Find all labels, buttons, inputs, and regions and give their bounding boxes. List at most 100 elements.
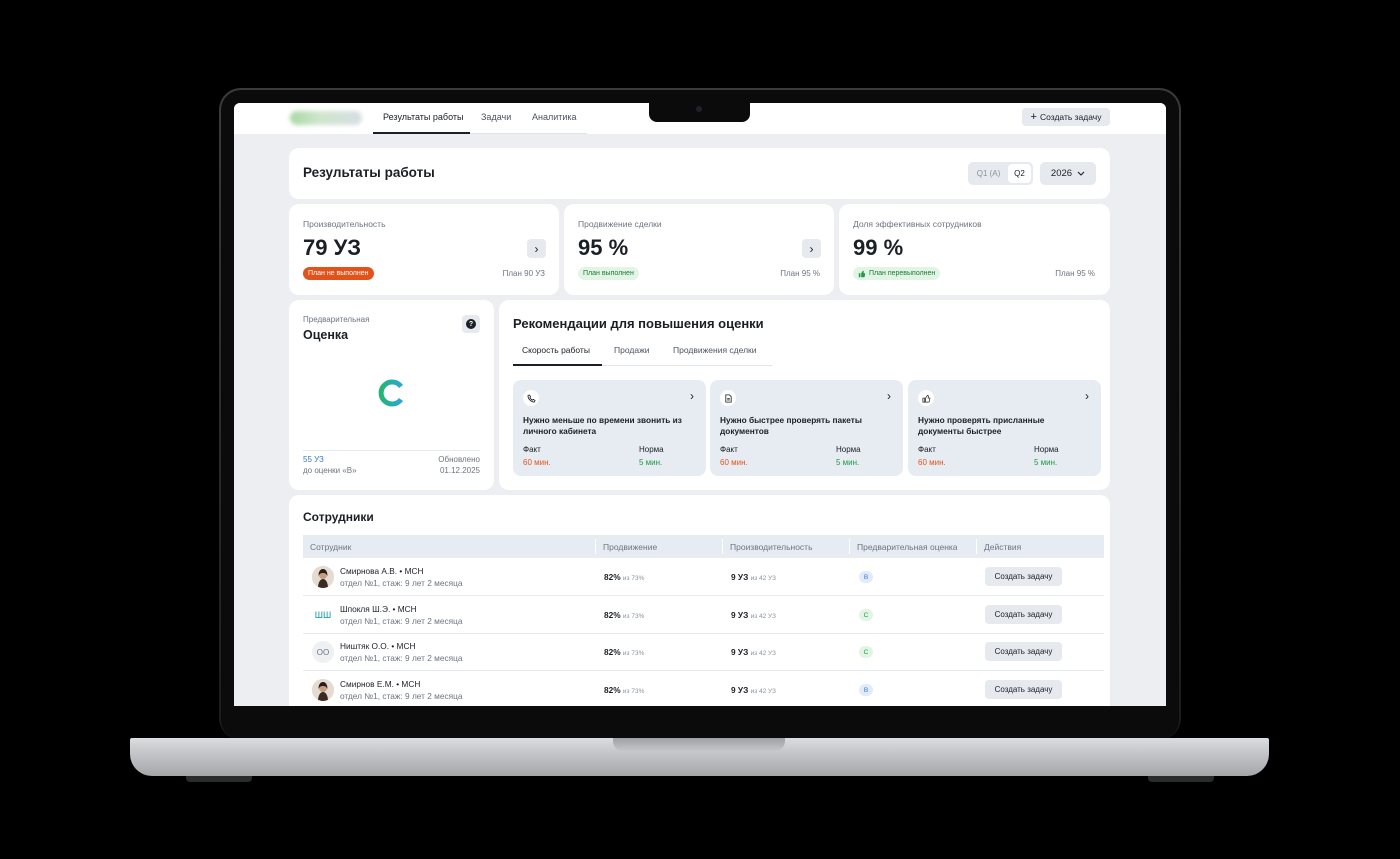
year-value: 2026 [1050,168,1073,179]
promotion-value: 82% из 73% [604,610,645,620]
status-badge: План перевыполнен [853,267,941,280]
score-label: Предварительная [303,315,370,324]
column-divider [976,539,977,554]
chevron-right-icon: › [887,389,891,403]
remaining-caption: до оценки «B» [303,466,357,475]
employees-title: Сотрудники [303,510,374,524]
employee-name: Смирнов Е.М. • МСН [340,679,421,689]
nav-divider [470,133,587,134]
column-divider [722,539,723,554]
column-header-actions: Действия [984,542,1022,552]
chevron-right-icon[interactable]: › [527,239,546,258]
promotion-value: 82% из 73% [604,572,645,582]
column-divider [595,539,596,554]
avatar [312,566,334,588]
remaining-link[interactable]: 55 УЗ [303,455,324,464]
recommendation-card[interactable]: › Нужно проверять присланные документы б… [908,380,1101,476]
create-task-button[interactable]: Создать задачу [985,567,1062,586]
kpi-plan: План 95 % [780,269,820,278]
chevron-down-icon [1077,171,1085,176]
grade-badge: C [859,646,873,658]
recommendation-text: Нужно проверять присланные документы быс… [918,415,1045,436]
promotion-value: 82% из 73% [604,647,645,657]
create-task-button[interactable]: Создать задачу [985,642,1062,661]
avatar: ШШ [312,604,334,626]
column-header-productivity: Производительность [730,542,813,552]
recommendation-card[interactable]: › Нужно меньше по времени звонить из лич… [513,380,706,476]
fact-label: Факт [720,445,738,454]
chevron-right-icon: › [1085,389,1089,403]
nav-active-indicator [373,132,470,134]
productivity-value: 9 УЗ из 42 УЗ [731,572,776,582]
status-badge: План не выполнен [303,267,374,280]
period-q2[interactable]: Q2 [1008,164,1031,183]
year-select[interactable]: 2026 [1040,162,1096,185]
score-divider [303,450,480,451]
fact-label: Факт [918,445,936,454]
kpi-label: Продвижение сделки [578,219,662,229]
kpi-value: 95 % [578,235,629,260]
fact-value: 60 мин. [720,458,748,467]
table-header: Сотрудник Продвижение Производительность… [303,535,1104,558]
fact-value: 60 мин. [523,458,551,467]
phone-icon [523,390,539,406]
app-screen: Результаты работы Задачи Аналитика + Соз… [234,103,1166,706]
column-header-employee: Сотрудник [310,542,352,552]
grade-badge: C [859,609,873,621]
tab-deal-progress[interactable]: Продвижения сделки [673,345,757,355]
create-task-button[interactable]: Создать задачу [985,680,1062,699]
productivity-value: 9 УЗ из 42 УЗ [731,647,776,657]
column-divider [849,539,850,554]
chevron-right-icon[interactable]: › [802,239,821,258]
kpi-value: 99 % [853,235,904,260]
tab-divider [602,365,772,366]
create-task-button[interactable]: Создать задачу [985,605,1062,624]
create-task-button[interactable]: + Создать задачу [1022,108,1110,126]
table-row[interactable]: Смирнов Е.М. • МСН отдел №1, стаж: 9 лет… [303,671,1104,706]
period-q1[interactable]: Q1 (А) [970,164,1007,183]
norm-label: Норма [1034,445,1059,454]
laptop-base-notch [613,738,785,751]
recommendation-card[interactable]: › Нужно быстрее проверять пакеты докумен… [710,380,903,476]
norm-label: Норма [639,445,664,454]
employee-dept: отдел №1, стаж: 9 лет 2 месяца [340,578,463,588]
tab-sales[interactable]: Продажи [614,345,650,355]
table-row[interactable]: ОО Ништяк О.О. • МСН отдел №1, стаж: 9 л… [303,633,1104,671]
nav-tab-results[interactable]: Результаты работы [383,112,463,122]
chevron-right-icon: › [690,389,694,403]
create-task-label: Создать задачу [1039,112,1102,122]
app-logo[interactable] [290,111,362,125]
updated-label: Обновлено [438,455,480,464]
help-button[interactable]: ? [462,315,480,333]
column-header-promotion: Продвижение [603,542,658,552]
employee-name: Смирнова А.В. • МСН [340,566,424,576]
grade-badge: B [859,571,873,583]
column-header-grade: Предварительная оценка [857,542,958,552]
employee-dept: отдел №1, стаж: 9 лет 2 месяца [340,691,463,701]
laptop-mockup: Результаты работы Задачи Аналитика + Соз… [0,0,1400,859]
table-row[interactable]: Смирнова А.В. • МСН отдел №1, стаж: 9 ле… [303,558,1104,596]
kpi-value: 79 УЗ [303,235,362,260]
kpi-plan: План 95 % [1055,269,1095,278]
tab-work-speed[interactable]: Скорость работы [522,345,590,355]
grade-c-glyph [378,379,404,407]
question-icon: ? [466,319,476,329]
page-title: Результаты работы [303,165,435,180]
score-title: Оценка [303,328,349,342]
norm-label: Норма [836,445,861,454]
thumbs-up-icon [858,270,866,277]
status-badge: План выполнен [578,267,639,280]
laptop-chin [221,706,1179,740]
nav-tab-tasks[interactable]: Задачи [481,112,511,122]
table-row[interactable]: ШШ Шпокля Ш.Э. • МСН отдел №1, стаж: 9 л… [303,596,1104,634]
laptop-foot-right [1148,776,1214,782]
tab-active-indicator [513,364,602,366]
fact-value: 60 мин. [918,458,946,467]
kpi-plan: План 90 УЗ [502,269,545,278]
avatar [312,679,334,701]
employee-dept: отдел №1, стаж: 9 лет 2 месяца [340,616,463,626]
kpi-label: Доля эффективных сотрудников [853,219,982,229]
nav-tab-analytics[interactable]: Аналитика [532,112,577,122]
recommendation-text: Нужно меньше по времени звонить из лично… [523,415,682,436]
norm-value: 5 мин. [1034,458,1058,467]
